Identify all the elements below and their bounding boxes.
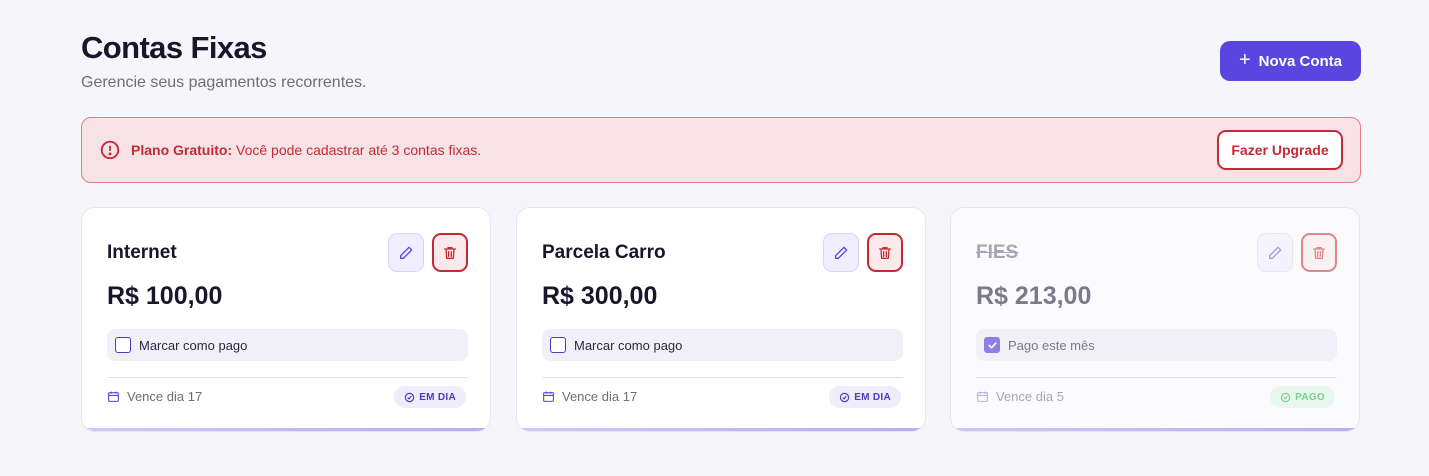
account-amount: R$ 100,00: [107, 282, 223, 310]
due-text: Vence dia 5: [996, 389, 1064, 404]
status-text: EM DIA: [854, 391, 891, 403]
alert-circle-icon: [100, 140, 120, 160]
status-badge: EM DIA: [829, 386, 901, 408]
calendar-icon: [977, 391, 988, 402]
check-label: Pago este mês: [1008, 337, 1095, 353]
checkbox[interactable]: [550, 337, 566, 353]
check-circle-icon: [839, 392, 850, 402]
mark-paid-toggle[interactable]: Pago este mês: [976, 329, 1337, 361]
account-name: Parcela Carro: [542, 242, 666, 263]
banner-message: Você pode cadastrar até 3 contas fixas.: [232, 142, 482, 158]
delete-button[interactable]: [432, 233, 468, 272]
delete-button[interactable]: [867, 233, 903, 272]
divider: [976, 377, 1337, 378]
due-date: Vence dia 17: [542, 389, 637, 404]
edit-button[interactable]: [1257, 233, 1293, 272]
account-card-fies: FIES R$ 213,00 Pago este mês Vence dia 5…: [950, 207, 1360, 432]
page-title: Contas Fixas: [81, 30, 267, 65]
trash-icon: [879, 246, 891, 259]
pencil-icon: [835, 246, 848, 259]
page-subtitle: Gerencie seus pagamentos recorrentes.: [81, 74, 367, 91]
check-icon: [987, 341, 997, 349]
check-circle-icon: [404, 392, 415, 402]
divider: [107, 377, 468, 378]
due-text: Vence dia 17: [127, 389, 203, 404]
status-text: EM DIA: [419, 391, 456, 403]
check-circle-icon: [1280, 392, 1291, 402]
edit-button[interactable]: [388, 233, 424, 272]
plus-icon: +: [1238, 49, 1251, 71]
pencil-icon: [1269, 246, 1282, 259]
trash-icon: [1313, 246, 1325, 259]
checkbox[interactable]: [115, 337, 131, 353]
due-date: Vence dia 17: [107, 389, 202, 404]
checkbox-checked[interactable]: [984, 337, 1000, 353]
pencil-icon: [400, 246, 413, 259]
account-name: Internet: [107, 242, 177, 263]
new-account-button[interactable]: + Nova Conta: [1220, 41, 1361, 81]
page-header: Contas Fixas Gerencie seus pagamentos re…: [81, 30, 366, 92]
check-label: Marcar como pago: [574, 337, 683, 353]
banner-strong: Plano Gratuito:: [131, 142, 233, 158]
mark-paid-toggle[interactable]: Marcar como pago: [542, 329, 903, 361]
mark-paid-toggle[interactable]: Marcar como pago: [107, 329, 468, 361]
delete-button[interactable]: [1301, 233, 1337, 272]
calendar-icon: [543, 391, 554, 402]
check-label: Marcar como pago: [139, 337, 248, 353]
due-date: Vence dia 5: [976, 389, 1064, 404]
trash-icon: [444, 246, 456, 259]
status-badge: EM DIA: [394, 386, 466, 408]
new-account-label: Nova Conta: [1258, 52, 1343, 70]
divider: [542, 377, 903, 378]
free-plan-banner: Plano Gratuito: Você pode cadastrar até …: [81, 117, 1361, 183]
due-text: Vence dia 17: [562, 389, 638, 404]
upgrade-button[interactable]: Fazer Upgrade: [1217, 130, 1343, 170]
status-text: PAGO: [1295, 391, 1325, 403]
status-badge: PAGO: [1270, 386, 1335, 408]
edit-button[interactable]: [823, 233, 859, 272]
account-card-internet: Internet R$ 100,00 Marcar como pago Venc…: [81, 207, 491, 432]
account-amount: R$ 300,00: [542, 282, 658, 310]
account-card-parcela-carro: Parcela Carro R$ 300,00 Marcar como pago…: [516, 207, 926, 432]
calendar-icon: [108, 391, 119, 402]
account-amount: R$ 213,00: [976, 282, 1092, 310]
account-name: FIES: [976, 242, 1019, 263]
banner-text: Plano Gratuito: Você pode cadastrar até …: [131, 142, 481, 158]
